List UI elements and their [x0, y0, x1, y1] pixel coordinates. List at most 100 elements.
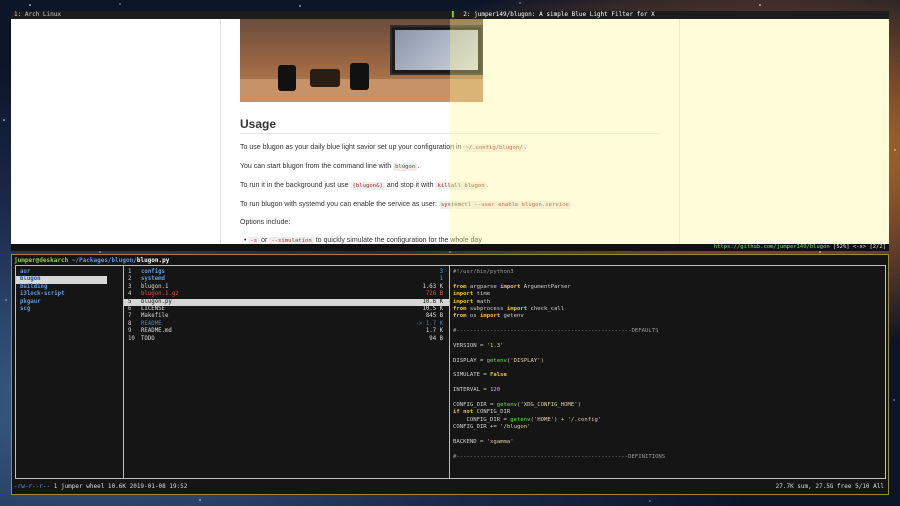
dir-entry[interactable]: pkgaur	[16, 299, 123, 306]
line-number: 10	[128, 335, 135, 342]
code-line: DISPLAY = getenv('DISPLAY')	[453, 357, 544, 364]
file-name: README	[141, 320, 162, 327]
file-name: blugon.1.gz	[141, 291, 179, 298]
file-name: README.md	[141, 328, 172, 335]
file-size: -> 1.7 K	[415, 320, 443, 327]
content-border-left	[220, 19, 221, 244]
inline-code: (blugon&)	[350, 182, 385, 190]
options-list-item: • -s or --simulation to quickly simulate…	[244, 237, 482, 245]
line-number: 1	[128, 269, 132, 275]
file-name: blugon.py	[141, 298, 172, 305]
code-line: import time	[453, 291, 491, 298]
user-host: jumper@deskarch	[14, 257, 69, 264]
parent-directory-column: aur blugon building i3lock-script pkgaur…	[16, 266, 124, 478]
dir-entry-selected[interactable]: blugon	[16, 276, 107, 284]
tab-arch-linux[interactable]: 1: Arch Linux	[11, 11, 449, 19]
file-size: 94 B	[429, 335, 443, 342]
tab-blugon-github[interactable]: ▌ 2: jumper149/blugon: A simple Blue Lig…	[449, 11, 889, 19]
code-line: INTERVAL = 120	[453, 387, 501, 394]
file-size: 3	[439, 269, 443, 275]
web-page-content: Usage To use blugon as your daily blue l…	[11, 19, 889, 245]
status-url[interactable]: https://github.com/jumper149/blugon	[714, 244, 830, 250]
code-line: CONFIG_DIR = getenv('HOME') + '/.config'	[453, 416, 602, 423]
dir-entry[interactable]: aur	[16, 269, 123, 276]
status-position: [52%] <-x> [2/2]	[833, 244, 886, 250]
ranger-status-bar: -rw-r--r-- 1 jumper wheel 10.6K 2019-01-…	[14, 483, 886, 490]
file-entry[interactable]: 10 TODO 94 B	[124, 336, 449, 343]
paragraph-options: Options include:	[240, 219, 291, 226]
file-entry[interactable]: 9 README.md 1.7 K	[124, 328, 449, 335]
line-number: 4	[128, 291, 132, 298]
desk-setup-photo	[240, 19, 483, 102]
code-line: SIMULATE = False	[453, 372, 507, 379]
file-size: 1	[439, 276, 443, 283]
line-number: 7	[128, 313, 132, 320]
code-line: from os import getenv	[453, 313, 524, 320]
current-directory: ~/Packages/blugon/	[71, 257, 137, 264]
line-number: 5	[128, 298, 132, 305]
file-entry[interactable]: 8 README -> 1.7 K	[124, 321, 449, 328]
import-block: from argparse import ArgumentParser impor…	[451, 284, 885, 321]
line-number: 2	[128, 276, 132, 283]
pc-case-image	[310, 69, 340, 87]
file-entry-selected[interactable]: 5 blugon.py 10.6 K	[124, 298, 449, 306]
speaker-image	[278, 65, 296, 91]
browser-window: 1: Arch Linux ▌ 2: jumper149/blugon: A s…	[11, 11, 889, 251]
code-line: #---------------------------------------…	[453, 453, 666, 460]
dir-entry[interactable]: i3lock-script	[16, 291, 123, 298]
code-line: BACKEND = 'xgamma'	[453, 438, 514, 445]
file-size: 1.7 K	[425, 328, 443, 335]
file-permissions: -rw-r--r--	[14, 483, 51, 490]
file-preview-column: #!/usr/bin/python3 from argparse import …	[451, 266, 885, 478]
code-line: CONFIG_DIR += '/blugon'	[453, 424, 531, 431]
tab-bar: 1: Arch Linux ▌ 2: jumper149/blugon: A s…	[11, 11, 889, 19]
file-size: 10.6 K	[422, 298, 443, 305]
monitor-image	[390, 25, 483, 75]
file-size: 10.5 K	[422, 305, 443, 312]
line-number: 9	[128, 328, 132, 335]
tab-number: 1:	[14, 11, 22, 18]
blue-light-filter-overlay	[450, 19, 889, 244]
file-entry[interactable]: 3 blugon.1 1.63 K	[124, 284, 449, 291]
file-name: Makefile	[141, 313, 169, 320]
ranger-path-bar: jumper@deskarch ~/Packages/blugon/blugon…	[14, 257, 169, 264]
file-entry[interactable]: 4 blugon.1.gz 726 B	[124, 291, 449, 298]
usage-heading: Usage	[240, 117, 277, 131]
browser-status-line: https://github.com/jumper149/blugon [52%…	[11, 244, 889, 251]
code-line: import math	[453, 298, 491, 305]
line-number: 3	[128, 283, 132, 290]
current-directory-column: 1 configs 3 2 systemd 1 3 blugon.1 1.63 K 4 blugon…	[124, 266, 450, 478]
tab-title: Arch Linux	[24, 11, 61, 18]
file-size: 1.63 K	[422, 283, 443, 290]
file-name: TODO	[141, 335, 155, 342]
content-border-right	[679, 19, 680, 244]
code-line: from subprocess import check_call	[453, 305, 565, 312]
inline-code: blugon	[393, 163, 418, 171]
code-line: VERSION = '1.3'	[453, 342, 504, 349]
line-number: 8	[128, 320, 132, 327]
file-size: 845 B	[425, 313, 443, 320]
tab-title: jumper149/blugon: A simple Blue Light Fi…	[474, 11, 655, 18]
file-name: LICENSE	[141, 305, 165, 312]
paragraph-cli: You can start blugon from the command li…	[240, 163, 420, 171]
dir-entry[interactable]: building	[16, 284, 123, 291]
tab-number: 2:	[463, 11, 471, 18]
file-entry[interactable]: 2 systemd 1	[124, 276, 449, 283]
file-entry[interactable]: 1 configs 3	[124, 269, 449, 276]
file-entry[interactable]: 6 LICENSE 10.5 K	[124, 306, 449, 313]
paragraph-config: To use blugon as your daily blue light s…	[240, 144, 527, 152]
paragraph-background: To run it in the background just use (bl…	[240, 182, 489, 190]
inline-code: ~/.config/blugon/	[463, 144, 525, 152]
terminal-window: jumper@deskarch ~/Packages/blugon/blugon…	[11, 254, 889, 495]
inline-code: systemctl --user enable blugon.service	[438, 201, 571, 209]
file-name: systemd	[141, 276, 165, 283]
active-tab-marker-icon: ▌	[452, 11, 456, 18]
file-entry[interactable]: 7 Makefile 845 B	[124, 313, 449, 320]
current-file: blugon.py	[136, 257, 170, 264]
dir-entry[interactable]: scg	[16, 306, 123, 313]
file-name: configs	[141, 269, 165, 275]
paragraph-systemd: To run blugon with systemd you can enabl…	[240, 201, 571, 209]
heading-divider	[240, 133, 660, 134]
code-line: if not CONFIG_DIR	[453, 409, 511, 416]
bullet-icon: •	[244, 237, 247, 244]
